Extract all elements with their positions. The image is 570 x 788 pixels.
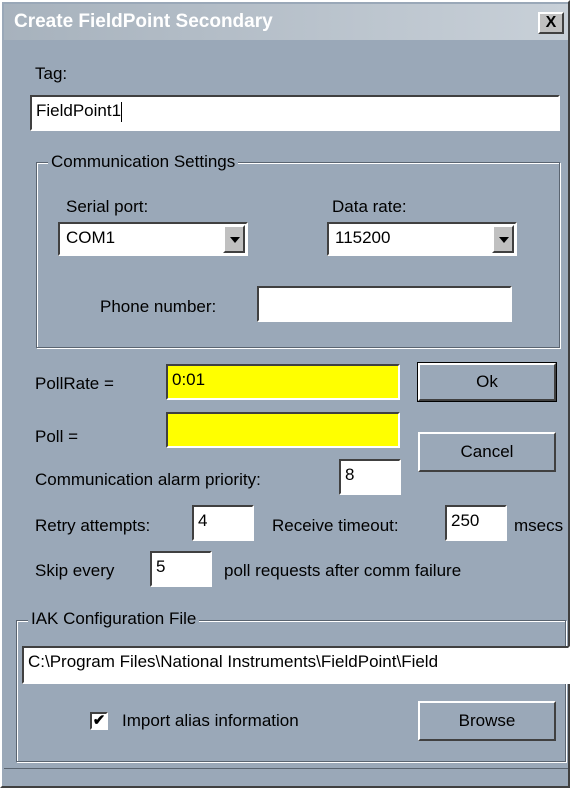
data-rate-value: 115200 <box>335 228 391 247</box>
skip-every-value: 5 <box>156 557 166 576</box>
retry-attempts-input[interactable]: 4 <box>192 505 254 541</box>
tag-label: Tag: <box>35 64 68 83</box>
cancel-button-label: Cancel <box>460 442 514 461</box>
ok-button[interactable]: Ok <box>417 362 557 402</box>
poll-label: Poll = <box>35 427 78 446</box>
alarm-priority-value: 8 <box>345 465 355 484</box>
iak-path-input[interactable]: C:\Program Files\National Instruments\Fi… <box>22 646 570 684</box>
communication-settings-legend: Communication Settings <box>48 152 239 172</box>
browse-button[interactable]: Browse <box>418 701 556 741</box>
iak-configuration-legend: IAK Configuration File <box>28 609 200 629</box>
serial-port-select[interactable]: COM1 <box>58 222 248 256</box>
receive-timeout-label: Receive timeout: <box>272 516 399 535</box>
close-button[interactable]: X <box>538 12 564 34</box>
receive-timeout-unit: msecs <box>514 516 564 535</box>
pollrate-value: 0:01 <box>172 370 206 389</box>
browse-button-label: Browse <box>458 711 516 730</box>
retry-attempts-value: 4 <box>198 511 208 530</box>
chevron-down-icon[interactable] <box>223 225 245 253</box>
serial-port-label: Serial port: <box>66 197 149 216</box>
phone-number-input[interactable] <box>257 286 512 322</box>
import-alias-label: Import alias information <box>122 711 299 730</box>
data-rate-label: Data rate: <box>332 197 407 216</box>
checkmark-icon: ✔ <box>92 712 106 729</box>
title-bar[interactable]: Create FieldPoint Secondary X <box>4 4 568 40</box>
ok-button-label: Ok <box>476 372 498 391</box>
divider <box>4 768 568 769</box>
retry-attempts-label: Retry attempts: <box>35 516 151 535</box>
receive-timeout-input[interactable]: 250 <box>445 505 507 541</box>
close-icon: X <box>545 14 557 31</box>
skip-every-label: Skip every <box>35 561 115 580</box>
chevron-down-icon[interactable] <box>492 225 514 253</box>
alarm-priority-label: Communication alarm priority: <box>35 470 261 489</box>
dialog-window: Create FieldPoint Secondary X Tag: Field… <box>0 0 570 788</box>
skip-every-input[interactable]: 5 <box>150 551 212 587</box>
alarm-priority-input[interactable]: 8 <box>339 459 401 495</box>
poll-input[interactable] <box>166 412 400 448</box>
data-rate-select[interactable]: 115200 <box>327 222 517 256</box>
tag-input[interactable]: FieldPoint1 <box>30 95 560 131</box>
pollrate-input[interactable]: 0:01 <box>166 364 400 400</box>
import-alias-checkbox[interactable]: ✔ <box>90 712 108 730</box>
serial-port-value: COM1 <box>66 228 116 247</box>
window-title: Create FieldPoint Secondary <box>14 11 273 32</box>
cancel-button[interactable]: Cancel <box>418 432 556 472</box>
pollrate-label: PollRate = <box>35 374 114 393</box>
receive-timeout-value: 250 <box>451 511 480 530</box>
skip-every-suffix: poll requests after comm failure <box>224 561 462 580</box>
tag-input-value: FieldPoint1 <box>36 101 122 120</box>
iak-path-value: C:\Program Files\National Instruments\Fi… <box>28 652 439 671</box>
text-caret <box>121 101 123 122</box>
phone-number-label: Phone number: <box>100 297 217 316</box>
